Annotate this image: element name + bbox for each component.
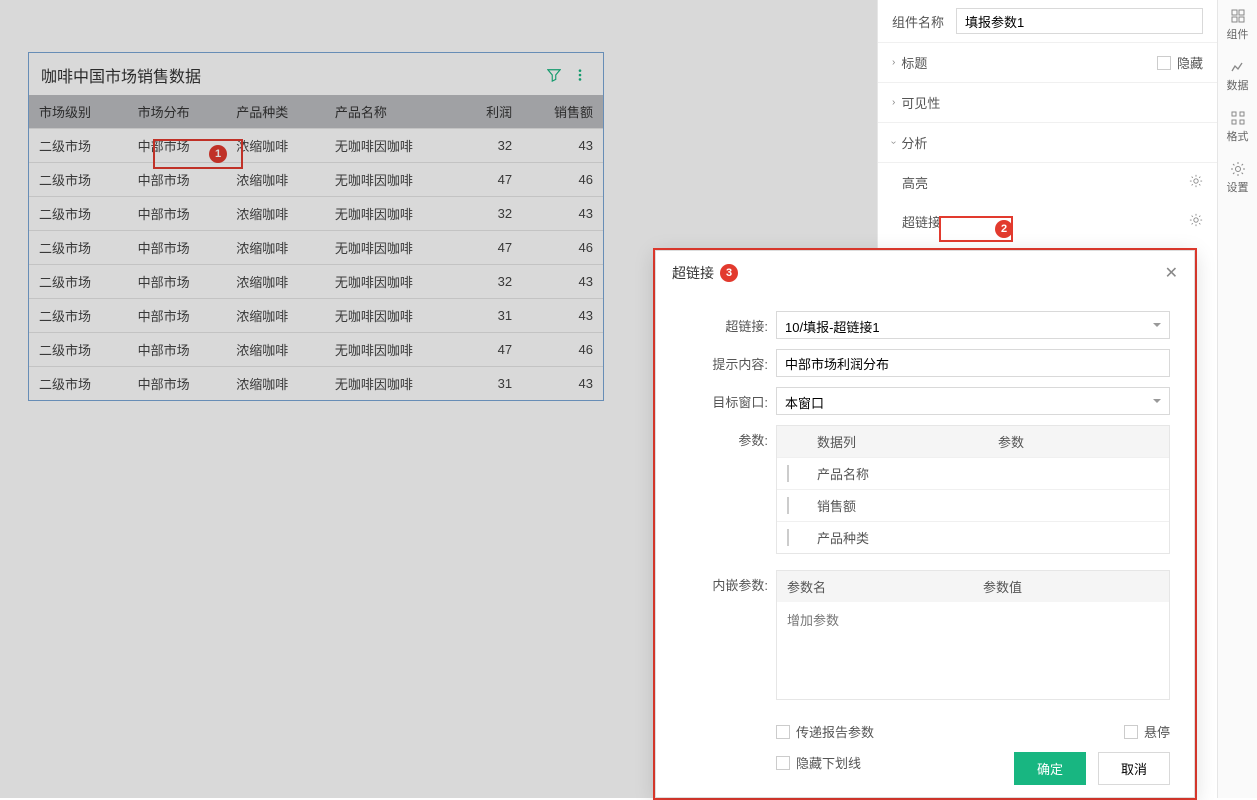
param-checkbox[interactable] (787, 497, 789, 514)
hyperlink-modal: 超链接 3 ✕ 超链接: 10/填报-超链接1 提示内容: 目标窗口: 本窗口 … (655, 250, 1195, 798)
highlight-item[interactable]: 高亮 (878, 163, 1217, 202)
param-row[interactable]: 产品种类 (777, 521, 1169, 553)
param-row[interactable]: 销售额 (777, 489, 1169, 521)
component-name-label: 组件名称 (892, 12, 956, 31)
param-checkbox[interactable] (787, 465, 789, 482)
modal-title: 超链接 (672, 263, 714, 283)
analysis-section[interactable]: › 分析 (878, 123, 1217, 163)
hide-underline-checkbox[interactable] (776, 756, 790, 770)
close-icon[interactable]: ✕ (1165, 263, 1178, 283)
rail-settings[interactable]: 设置 (1218, 153, 1257, 204)
gear-icon[interactable] (1189, 213, 1203, 230)
tip-input[interactable] (776, 349, 1170, 377)
badge-3: 3 (720, 264, 738, 282)
cancel-button[interactable]: 取消 (1098, 752, 1170, 785)
params-table: 数据列 参数 产品名称销售额产品种类 (776, 425, 1170, 554)
rail-format[interactable]: 格式 (1218, 102, 1257, 153)
link-label: 超链接: (696, 311, 768, 339)
target-select[interactable]: 本窗口 (776, 387, 1170, 415)
right-rail: 组件 数据 格式 设置 (1217, 0, 1257, 798)
add-param-button[interactable]: 增加参数 (777, 602, 1169, 637)
chevron-right-icon: › (892, 57, 895, 68)
chevron-down-icon: › (888, 141, 899, 144)
target-label: 目标窗口: (696, 387, 768, 415)
chevron-right-icon: › (892, 97, 895, 108)
param-checkbox[interactable] (787, 529, 789, 546)
rail-data[interactable]: 数据 (1218, 51, 1257, 102)
badge-2: 2 (995, 220, 1013, 238)
hyperlink-item[interactable]: 超链接 (878, 202, 1217, 241)
ok-button[interactable]: 确定 (1014, 752, 1086, 785)
tip-label: 提示内容: (696, 349, 768, 377)
param-row[interactable]: 产品名称 (777, 457, 1169, 489)
hyperlink-select[interactable]: 10/填报-超链接1 (776, 311, 1170, 339)
visibility-section[interactable]: › 可见性 (878, 83, 1217, 123)
hover-checkbox[interactable] (1124, 725, 1138, 739)
hide-checkbox[interactable] (1157, 56, 1171, 70)
rail-component[interactable]: 组件 (1218, 0, 1257, 51)
pass-report-checkbox[interactable] (776, 725, 790, 739)
embed-label: 内嵌参数: (696, 570, 768, 700)
title-section[interactable]: › 标题 隐藏 (878, 43, 1217, 83)
params-label: 参数: (696, 425, 768, 554)
gear-icon[interactable] (1189, 174, 1203, 191)
embed-params-table: 参数名 参数值 增加参数 (776, 570, 1170, 700)
component-name-input[interactable] (956, 8, 1203, 34)
